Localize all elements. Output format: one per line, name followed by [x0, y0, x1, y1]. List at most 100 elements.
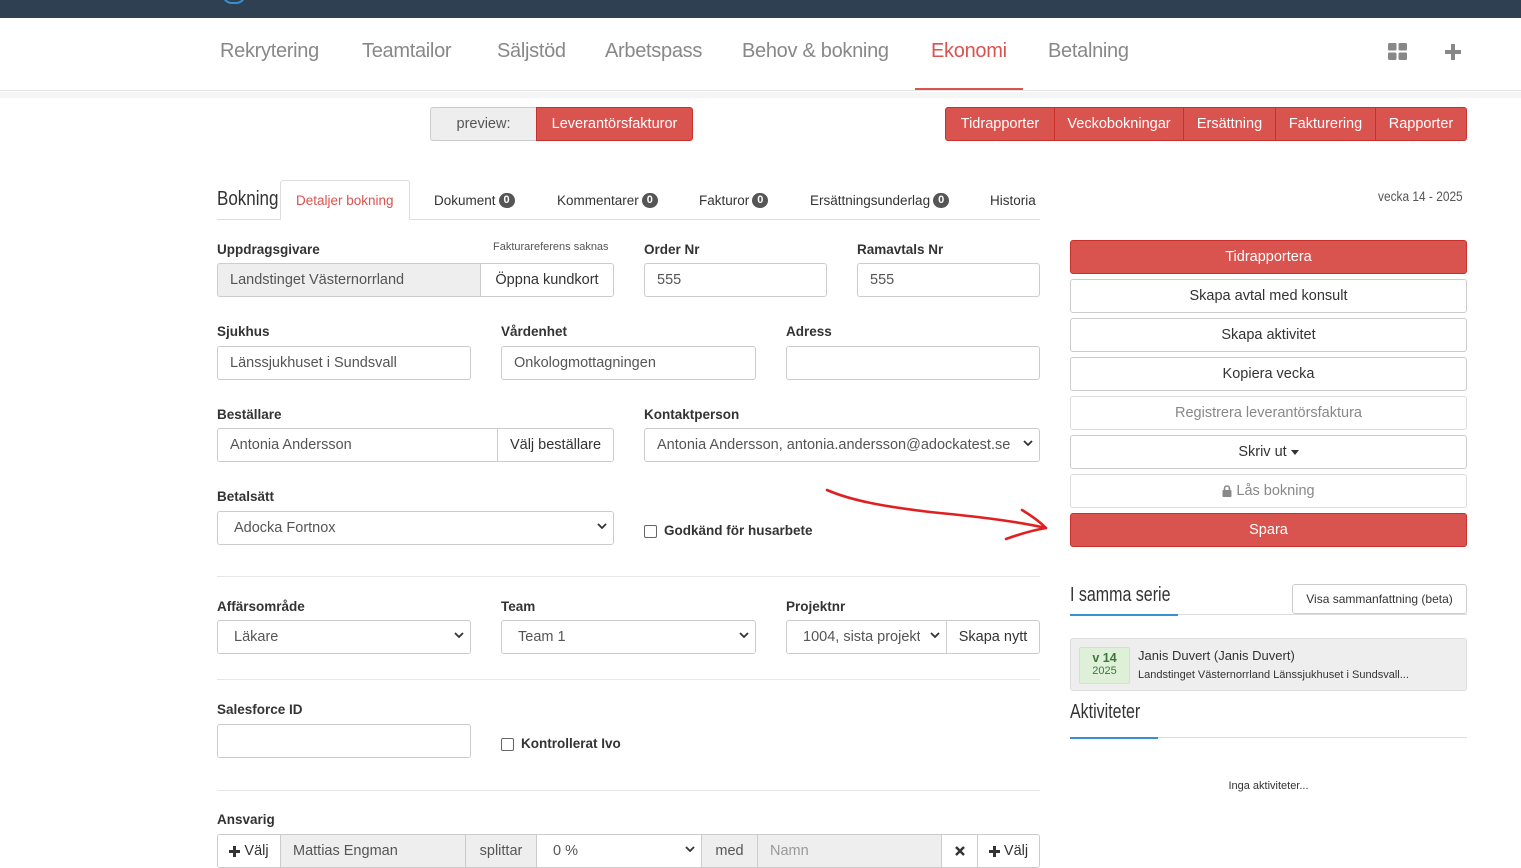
serie-person: Janis Duvert (Janis Duvert) — [1138, 648, 1295, 663]
ramavtal-field[interactable]: 555 — [857, 263, 1040, 297]
bestallare-field[interactable]: Antonia Andersson — [217, 428, 498, 462]
tab-ersattningsunderlag[interactable]: Ersättningsunderlag 0 — [810, 180, 950, 220]
clear-button[interactable] — [941, 834, 978, 868]
tab-dokument[interactable]: Dokument 0 — [434, 180, 515, 220]
count-badge: 0 — [498, 192, 515, 208]
week-year: 2025 — [1092, 665, 1117, 677]
husarbete-label: Godkänd för husarbete — [664, 523, 813, 538]
button-label: Välj — [1003, 843, 1029, 859]
select-value: 0 % — [553, 843, 578, 859]
booking-heading: Bokning — [217, 188, 279, 210]
plus-icon — [229, 845, 241, 857]
sjukhus-field[interactable]: Länssjukhuset i Sundsvall — [217, 346, 471, 380]
valj-split-button[interactable]: Välj — [977, 834, 1040, 868]
splittar-label: splittar — [465, 834, 537, 868]
salesforce-field[interactable] — [217, 724, 471, 758]
nav-item-saljstod[interactable]: Säljstöd — [497, 40, 566, 63]
order-field[interactable]: 555 — [644, 263, 827, 297]
tidrapportera-button[interactable]: Tidrapportera — [1070, 240, 1467, 274]
rapporter-button[interactable]: Rapporter — [1375, 107, 1467, 141]
husarbete-checkbox[interactable] — [644, 525, 657, 538]
nav-item-betalning[interactable]: Betalning — [1048, 40, 1129, 63]
serie-place: Landstinget Västernorrland Länssjukhuset… — [1138, 669, 1409, 681]
tab-label: Ersättningsunderlag — [810, 192, 931, 208]
team-select[interactable]: Team 1 — [501, 620, 756, 654]
vardenhet-field[interactable]: Onkologmottagningen — [501, 346, 756, 380]
ramavtal-label: Ramavtals Nr — [857, 242, 944, 257]
chevron-down-icon — [1023, 440, 1033, 447]
select-value: 1004, sista projekt — [803, 629, 920, 645]
ivo-label: Kontrollerat Ivo — [521, 736, 621, 751]
skapa-nytt-button[interactable]: Skapa nytt — [946, 620, 1040, 654]
plus-icon — [988, 845, 1000, 857]
serie-item[interactable]: v 14 2025 Janis Duvert (Janis Duvert) La… — [1070, 638, 1467, 691]
nav-item-arbetspass[interactable]: Arbetspass — [605, 40, 702, 63]
nav-item-rekrytering[interactable]: Rekrytering — [220, 40, 319, 63]
registrera-leverantorsfaktura-button[interactable]: Registrera leverantörsfaktura — [1070, 396, 1467, 430]
week-number: v 14 — [1092, 651, 1117, 665]
select-value: Antonia Andersson, antonia.andersson@ado… — [657, 437, 1011, 453]
button-label: Välj — [244, 843, 269, 859]
namn-field[interactable]: Namn — [757, 834, 942, 868]
kontakt-label: Kontaktperson — [644, 407, 740, 422]
las-bokning-button[interactable]: Lås bokning — [1070, 474, 1467, 508]
plus-icon[interactable] — [1445, 44, 1461, 65]
skapa-avtal-button[interactable]: Skapa avtal med konsult — [1070, 279, 1467, 313]
order-label: Order Nr — [644, 242, 700, 257]
ansvarig-field[interactable]: Mattias Engman — [280, 834, 466, 868]
tidrapporter-button[interactable]: Tidrapporter — [945, 107, 1055, 141]
skriv-ut-button[interactable]: Skriv ut — [1070, 435, 1467, 469]
projekt-select[interactable]: 1004, sista projekt — [786, 620, 947, 654]
adress-label: Adress — [786, 324, 832, 339]
preview-label: preview: — [430, 107, 537, 141]
valj-ansvarig-button[interactable]: Välj — [217, 834, 281, 868]
week-label: vecka 14 - 2025 — [1378, 188, 1463, 204]
select-value: Läkare — [234, 629, 279, 645]
logo-icon — [222, 0, 246, 4]
med-label: med — [701, 834, 758, 868]
spara-button[interactable]: Spara — [1070, 513, 1467, 547]
grid-icon[interactable] — [1388, 43, 1407, 65]
serie-heading: I samma serie — [1070, 584, 1171, 606]
chevron-down-icon — [454, 632, 464, 639]
booking-tabs: Detaljer bokning Dokument 0 Kommentarer 0 … — [280, 180, 1040, 220]
kopiera-vecka-button[interactable]: Kopiera vecka — [1070, 357, 1467, 391]
ivo-checkbox[interactable] — [501, 738, 514, 751]
open-kundkort-button[interactable]: Öppna kundkort — [480, 263, 614, 297]
skapa-aktivitet-button[interactable]: Skapa aktivitet — [1070, 318, 1467, 352]
close-icon — [954, 846, 965, 856]
chevron-down-icon — [739, 632, 749, 639]
visa-sammanfattning-button[interactable]: Visa sammanfattning (beta) — [1292, 584, 1467, 614]
betalsatt-label: Betalsätt — [217, 489, 275, 504]
count-badge: 0 — [641, 192, 658, 208]
projekt-label: Projektnr — [786, 599, 846, 614]
tab-kommentarer[interactable]: Kommentarer 0 — [557, 180, 658, 220]
betalsatt-select[interactable]: Adocka Fortnox — [217, 511, 614, 545]
tabs-divider — [217, 219, 281, 220]
ersattning-button[interactable]: Ersättning — [1183, 107, 1276, 141]
nav-item-teamtailor[interactable]: Teamtailor — [362, 40, 452, 63]
bestallare-label: Beställare — [217, 407, 282, 422]
tab-detaljer-bokning[interactable]: Detaljer bokning — [280, 180, 410, 220]
nav-item-behov-bokning[interactable]: Behov & bokning — [742, 40, 889, 63]
leverantorsfakturor-button[interactable]: Leverantörsfakturor — [536, 107, 693, 141]
adress-field[interactable] — [786, 346, 1040, 380]
uppdragsgivare-field[interactable]: Landstinget Västernorrland — [217, 263, 481, 297]
main-nav: Rekrytering Teamtailor Säljstöd Arbetspa… — [0, 18, 1521, 91]
select-value: Team 1 — [518, 629, 566, 645]
valj-bestallare-button[interactable]: Välj beställare — [497, 428, 614, 462]
tab-historia[interactable]: Historia — [990, 180, 1036, 220]
nav-item-ekonomi[interactable]: Ekonomi — [931, 40, 1007, 63]
aktiviteter-underline — [1070, 737, 1158, 739]
kontaktperson-select[interactable]: Antonia Andersson, antonia.andersson@ado… — [644, 428, 1040, 462]
serie-underline — [1070, 614, 1178, 616]
chevron-down-icon — [597, 523, 607, 530]
section-divider — [217, 679, 1040, 680]
affarsomrade-select[interactable]: Läkare — [217, 620, 471, 654]
fakturering-button[interactable]: Fakturering — [1275, 107, 1376, 141]
sjukhus-label: Sjukhus — [217, 324, 270, 339]
veckobokningar-button[interactable]: Veckobokningar — [1054, 107, 1184, 141]
percent-select[interactable]: 0 % — [536, 834, 702, 868]
tab-fakturor[interactable]: Fakturor 0 — [699, 180, 769, 220]
tab-label: Kommentarer — [557, 192, 639, 208]
